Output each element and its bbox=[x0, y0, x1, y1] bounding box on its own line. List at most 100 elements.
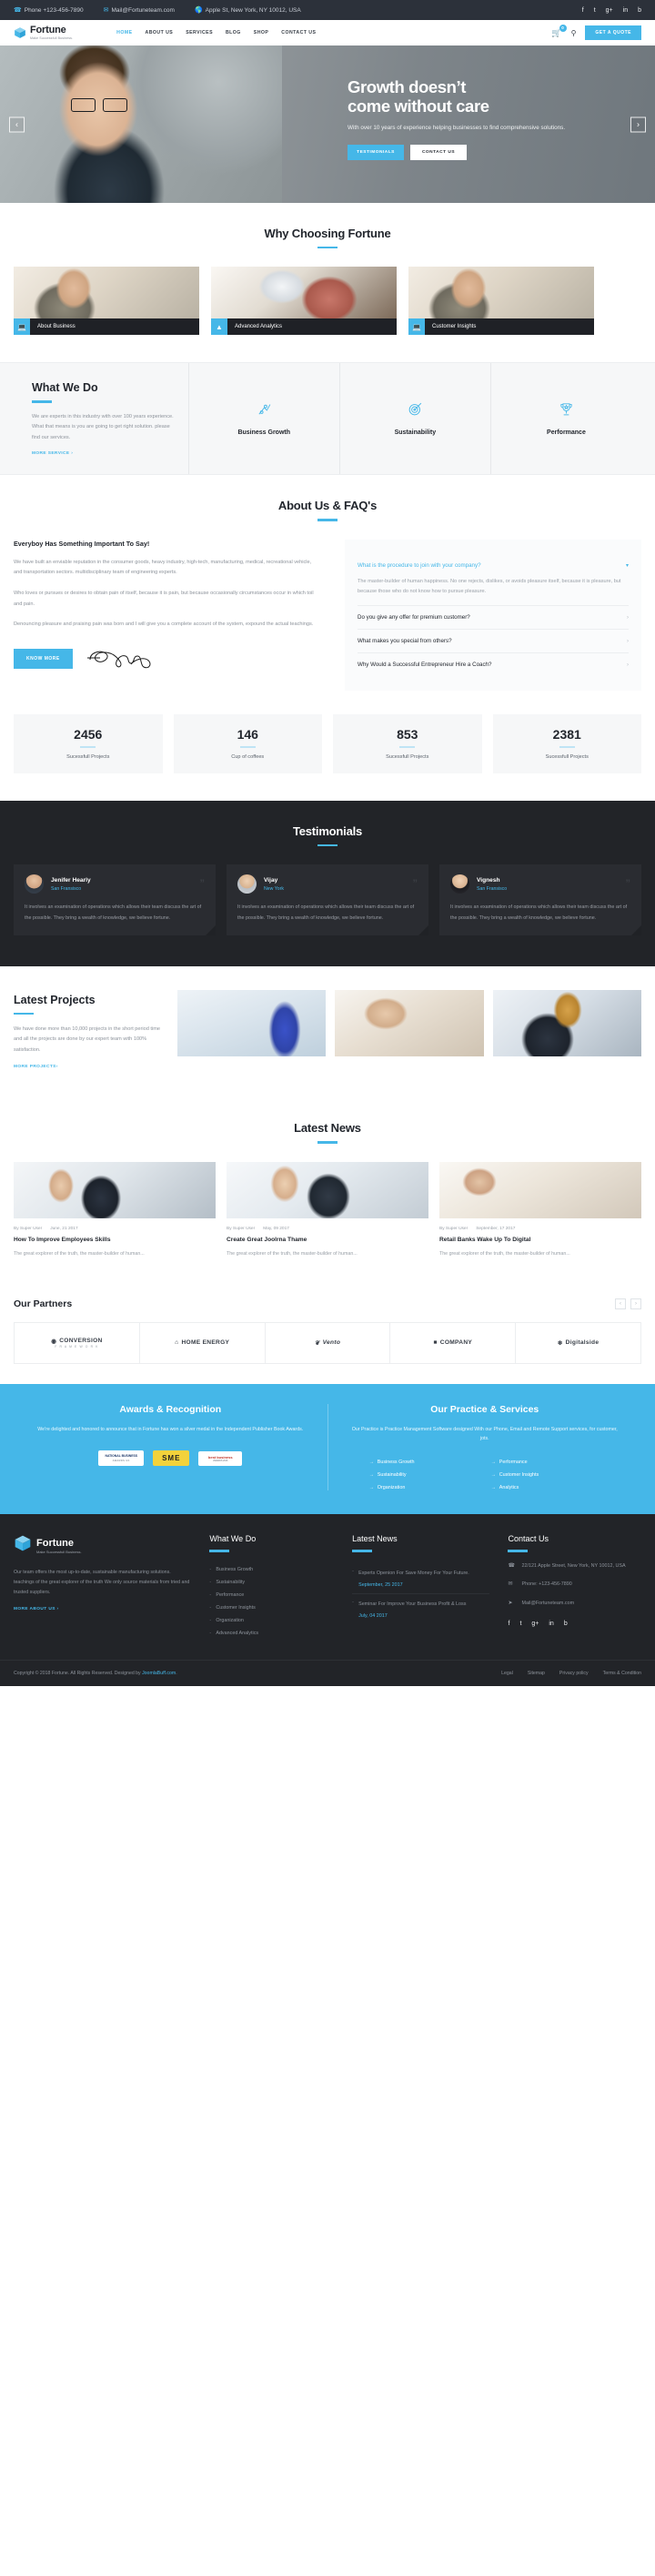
news-card[interactable]: By Super User September, 17 2017 Retail … bbox=[439, 1161, 641, 1258]
know-more-button[interactable]: KNOW MORE bbox=[14, 649, 73, 670]
practice-column: Our Practice & Services Our Practice is … bbox=[328, 1404, 642, 1491]
footer-contact-mail[interactable]: ➤ Mail@Fortuneteam.com bbox=[508, 1600, 641, 1608]
footer-contact-phone[interactable]: ✉ Phone: +123-456-7890 bbox=[508, 1581, 641, 1589]
more-service-link[interactable]: MORE SERVICE › bbox=[32, 451, 73, 456]
practice-item[interactable]: → Sustainability bbox=[369, 1472, 479, 1478]
blogger-icon[interactable]: b bbox=[564, 1621, 568, 1627]
hero-testimonials-button[interactable]: TESTIMONIALS bbox=[348, 144, 404, 160]
cart-icon[interactable]: 🛒 0 bbox=[551, 24, 567, 38]
hero-prev-arrow[interactable]: ‹ bbox=[9, 116, 25, 132]
more-projects-link[interactable]: MORE PROJECTS› bbox=[14, 1065, 58, 1069]
avatar bbox=[25, 874, 44, 894]
copyright-bar: Copyright © 2018 Fortune. All Rights Res… bbox=[0, 1659, 655, 1686]
footer-news-item[interactable]: Experts Openion For Save Money For Your … bbox=[352, 1563, 490, 1594]
why-card[interactable]: 💻 About Business bbox=[14, 267, 199, 336]
faq-item[interactable]: Do you give any offer for premium custom… bbox=[358, 606, 629, 631]
footer-link-sitemap[interactable]: Sitemap bbox=[528, 1671, 545, 1676]
practice-item[interactable]: → Customer Insights bbox=[491, 1472, 600, 1478]
chevron-right-icon: → bbox=[490, 1460, 496, 1466]
why-card[interactable]: 💻 Customer Insights bbox=[408, 267, 594, 336]
footer-wwd-item[interactable]: Sustainability bbox=[209, 1576, 334, 1589]
chevron-right-icon[interactable]: › bbox=[627, 615, 629, 621]
chevron-down-icon[interactable]: ▾ bbox=[626, 562, 629, 569]
partner-logo[interactable]: ◉ CONVERSION F R A M E W O R K bbox=[15, 1322, 140, 1363]
news-date: May, 09 2017 bbox=[263, 1226, 289, 1231]
linkedin-icon[interactable]: in bbox=[623, 7, 628, 14]
partner-name: Vento bbox=[322, 1339, 341, 1347]
nav-item-about-us[interactable]: ABOUT US bbox=[146, 30, 174, 35]
footer-link-legal[interactable]: Legal bbox=[501, 1671, 513, 1676]
project-thumbnail[interactable] bbox=[335, 989, 484, 1056]
testimonial-location: San Fransisco bbox=[51, 885, 82, 892]
designer-link[interactable]: JoomlaBuff.com bbox=[142, 1671, 176, 1676]
search-icon[interactable]: ⚲ bbox=[571, 29, 577, 37]
footer-wwd-item[interactable]: Advanced Analytics bbox=[209, 1627, 334, 1640]
why-card[interactable]: ▲ Advanced Analytics bbox=[211, 267, 397, 336]
partner-logo[interactable]: ❦ Vento bbox=[266, 1322, 391, 1363]
testimonial-location: San Fransisco bbox=[477, 885, 508, 892]
service-performance[interactable]: Performance bbox=[491, 363, 641, 474]
nav-item-services[interactable]: SERVICES bbox=[186, 30, 213, 35]
footer-wwd-item[interactable]: Performance bbox=[209, 1589, 334, 1601]
project-thumbnail[interactable] bbox=[492, 989, 641, 1056]
google-plus-icon[interactable]: g+ bbox=[606, 7, 613, 14]
nav-item-blog[interactable]: BLOG bbox=[226, 30, 241, 35]
footer-what-we-do-column: What We Do Business Growth Sustainabilit… bbox=[209, 1534, 334, 1639]
about-faq-title: About Us & FAQ's bbox=[277, 499, 378, 513]
linkedin-icon[interactable]: in bbox=[549, 1621, 553, 1627]
service-business-growth[interactable]: Business Growth bbox=[189, 363, 340, 475]
news-headline[interactable]: How To Improve Employees Skills bbox=[14, 1237, 216, 1245]
news-headline[interactable]: Create Great Joolrna Thame bbox=[227, 1237, 428, 1245]
topbar-address: 🌎 Apple St, New York, NY 10012, USA bbox=[195, 7, 301, 14]
news-card[interactable]: By Super User June, 21 2017 How To Impro… bbox=[14, 1161, 216, 1258]
partner-subtext: F R A M E W O R K bbox=[55, 1344, 99, 1349]
twitter-icon[interactable]: t bbox=[594, 7, 596, 14]
footer-link-privacy-policy[interactable]: Privacy policy bbox=[559, 1671, 589, 1676]
blogger-icon[interactable]: b bbox=[638, 7, 641, 14]
counter-value: 146 bbox=[237, 727, 258, 742]
nav-item-shop[interactable]: SHOP bbox=[254, 30, 269, 35]
more-about-us-link[interactable]: MORE ABOUT US › bbox=[14, 1607, 59, 1611]
nav-item-home[interactable]: HOME bbox=[116, 30, 132, 35]
get-a-quote-button[interactable]: GET A QUOTE bbox=[585, 25, 641, 40]
copyright-pre: Copyright © 2018 Fortune. All Rights Res… bbox=[14, 1670, 143, 1676]
practice-item[interactable]: → Performance bbox=[491, 1460, 600, 1465]
hero-background-photo bbox=[0, 45, 282, 203]
footer-wwd-item[interactable]: Business Growth bbox=[209, 1563, 334, 1576]
partners-prev-arrow[interactable]: ‹ bbox=[615, 1298, 626, 1309]
practice-item[interactable]: → Business Growth bbox=[369, 1460, 479, 1465]
partners-next-arrow[interactable]: › bbox=[630, 1298, 641, 1309]
nav-item-contact-us[interactable]: CONTACT US bbox=[281, 30, 316, 35]
chevron-right-icon[interactable]: › bbox=[627, 662, 629, 668]
partner-logo[interactable]: ❄ Digitalside bbox=[516, 1323, 640, 1363]
partner-name: Digitalside bbox=[565, 1339, 600, 1347]
practice-item[interactable]: → Organization bbox=[369, 1485, 479, 1490]
chevron-right-icon[interactable]: › bbox=[627, 639, 629, 644]
facebook-icon[interactable]: f bbox=[508, 1621, 509, 1627]
partner-logo[interactable]: ⌂ HOME ENERGY bbox=[140, 1322, 266, 1363]
hero-next-arrow[interactable]: › bbox=[630, 116, 646, 132]
twitter-icon[interactable]: t bbox=[519, 1621, 521, 1627]
faq-item[interactable]: What makes you special from others? › bbox=[358, 630, 629, 654]
hero-contact-button[interactable]: CONTACT US bbox=[410, 144, 467, 160]
footer-contact-title: Contact Us bbox=[508, 1534, 549, 1544]
facebook-icon[interactable]: f bbox=[582, 7, 584, 14]
footer-wwd-item[interactable]: Customer Insights bbox=[209, 1601, 334, 1614]
footer-news-item[interactable]: Seminar For Improve Your Business Profit… bbox=[352, 1594, 489, 1624]
project-thumbnail[interactable] bbox=[177, 989, 327, 1056]
google-plus-icon[interactable]: g+ bbox=[531, 1621, 539, 1627]
partner-logo[interactable]: ■ COMPANY bbox=[390, 1322, 517, 1363]
faq-item[interactable]: Why Would a Successful Entrepreneur Hire… bbox=[358, 653, 629, 676]
news-author: By Super User bbox=[439, 1226, 469, 1231]
news-card[interactable]: By Super User May, 09 2017 Create Great … bbox=[227, 1161, 428, 1258]
footer-logo[interactable]: Fortune Make Successfull Business. bbox=[14, 1534, 191, 1557]
site-logo[interactable]: Fortune Make Successfull Business. bbox=[14, 25, 73, 40]
service-sustainability[interactable]: Sustainability bbox=[340, 363, 491, 475]
footer-wwd-item[interactable]: Organization bbox=[209, 1614, 334, 1627]
news-headline[interactable]: Retail Banks Wake Up To Digital bbox=[439, 1237, 641, 1245]
practice-item[interactable]: → Analytics bbox=[491, 1485, 600, 1490]
faq-item[interactable]: What is the procedure to join with your … bbox=[358, 554, 629, 607]
footer-link-terms[interactable]: Terms & Condition bbox=[603, 1671, 641, 1676]
topbar-mail[interactable]: ✉ Mail@Fortuneteam.com bbox=[104, 7, 175, 14]
topbar-phone[interactable]: ☎ Phone +123-456-7890 bbox=[14, 7, 84, 14]
